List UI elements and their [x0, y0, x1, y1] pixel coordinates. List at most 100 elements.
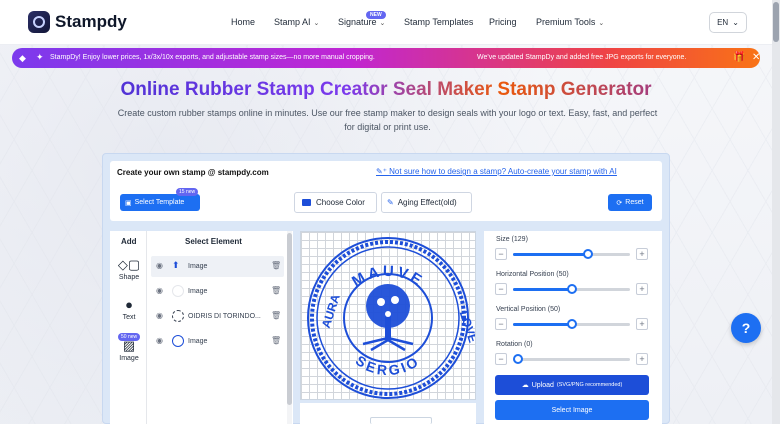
hpos-decrease-button[interactable]: − — [495, 283, 507, 295]
banner-left-text: StampDy! Enjoy lower prices, 1x/3x/10x e… — [50, 54, 375, 61]
eye-icon[interactable]: ◉ — [156, 286, 163, 295]
sparkle-icon: ✦ — [36, 52, 44, 62]
close-icon[interactable]: ✕ — [752, 52, 760, 63]
ai-create-link[interactable]: ✎⁺ Not sure how to design a stamp? Auto-… — [376, 167, 617, 176]
shapes-icon: ◇▢ — [117, 257, 141, 272]
element-row[interactable]: ◉ ⬆ Image 🗑 — [151, 256, 284, 277]
editor-heading: Create your own stamp @ stampdy.com — [117, 168, 269, 177]
vpos-decrease-button[interactable]: − — [495, 318, 507, 330]
svg-text:SERGIO: SERGIO — [353, 352, 423, 378]
select-element-heading: Select Element — [185, 237, 242, 246]
tree-of-life-icon — [362, 284, 414, 352]
select-image-button[interactable]: Select Image — [495, 400, 649, 420]
announcement-banner: ◆ ✦ StampDy! Enjoy lower prices, 1x/3x/1… — [12, 48, 760, 68]
upload-hint: (SVG/PNG recommended) — [556, 382, 623, 388]
add-image-tool[interactable]: ▨ Image — [112, 338, 146, 363]
hpos-fill — [513, 288, 572, 291]
size-increase-button[interactable]: + — [636, 248, 648, 260]
text-icon: ● — [125, 297, 133, 312]
shape-label: Shape — [118, 274, 140, 281]
canvas-footer — [300, 403, 476, 424]
nav-pricing[interactable]: Pricing — [489, 17, 517, 27]
element-label: Image — [188, 263, 208, 270]
eye-icon[interactable]: ◉ — [156, 261, 163, 270]
language-label: EN — [717, 18, 729, 27]
rotation-slider[interactable] — [512, 354, 630, 364]
zoom-control[interactable] — [370, 417, 432, 424]
element-row[interactable]: ◉ Image 🗑 — [151, 281, 284, 302]
page-title: Online Rubber Stamp Creator Seal Maker S… — [0, 79, 772, 101]
banner-right-text: We've updated StampDy and added free JPG… — [477, 54, 687, 61]
upload-button[interactable]: ☁ Upload (SVG/PNG recommended) — [495, 375, 649, 395]
eye-icon[interactable]: ◉ — [156, 311, 163, 320]
hpos-handle[interactable] — [566, 284, 577, 294]
element-label: Image — [188, 288, 208, 295]
brand-name[interactable]: Stampdy — [55, 12, 127, 32]
rotation-handle[interactable] — [512, 354, 523, 364]
select-template-label: Select Template — [134, 199, 185, 206]
stamp-bottom-text: SERGIO — [353, 352, 420, 378]
add-heading: Add — [121, 237, 137, 246]
size-label: Size (129) — [496, 236, 528, 243]
hpos-label: Horizontal Position (50) — [496, 271, 569, 278]
gift-icon[interactable]: 🎁 — [733, 52, 745, 63]
trash-icon[interactable]: 🗑 — [271, 261, 281, 270]
size-slider[interactable] — [513, 249, 630, 259]
element-scrollbar[interactable] — [287, 231, 292, 424]
ai-link-text: Not sure how to design a stamp? Auto-cre… — [389, 167, 617, 176]
add-text-tool[interactable]: ● Text — [112, 297, 146, 322]
tree-thumbnail: ⬆ — [172, 260, 180, 270]
add-shape-tool[interactable]: ◇▢ Shape — [112, 257, 146, 282]
choose-color-label: Choose Color — [316, 198, 365, 207]
page-subtitle: Create custom rubber stamps online in mi… — [117, 108, 658, 132]
hpos-slider[interactable] — [513, 284, 630, 294]
aging-effect-label: Aging Effect(old) — [397, 198, 457, 207]
language-select[interactable]: EN ⌄ — [709, 12, 747, 33]
upload-label: Upload — [531, 381, 554, 389]
choose-color-button[interactable]: Choose Color — [294, 192, 377, 213]
vpos-increase-button[interactable]: + — [636, 318, 648, 330]
refresh-icon: ⟳ — [616, 199, 623, 207]
size-handle[interactable] — [582, 249, 593, 259]
eye-icon[interactable]: ◉ — [156, 336, 163, 345]
element-row[interactable]: ◉ OIDRIS DI TORINDO... 🗑 — [151, 306, 284, 327]
page-scrollbar[interactable] — [772, 0, 780, 424]
logo-icon[interactable] — [28, 11, 50, 33]
element-row[interactable]: ◉ Image 🗑 — [151, 331, 284, 352]
help-icon[interactable]: ? — [731, 313, 761, 343]
hpos-increase-button[interactable]: + — [636, 283, 648, 295]
element-label: Image — [188, 338, 208, 345]
nav-home[interactable]: Home — [231, 17, 255, 27]
nav-signature-label: Signature — [338, 17, 377, 27]
vpos-label: Vertical Position (50) — [496, 306, 561, 313]
trash-icon[interactable]: 🗑 — [271, 286, 281, 295]
circle-thumbnail — [172, 335, 184, 347]
text-label: Text — [122, 314, 136, 321]
text-ring-thumbnail — [172, 310, 184, 322]
select-template-button[interactable]: ▣ Select Template — [120, 194, 200, 211]
reset-button[interactable]: ⟳ Reset — [608, 194, 652, 211]
stamp-canvas[interactable]: MAUVE SERGIO AURA LOVE — [300, 231, 480, 400]
chevron-down-icon: ⌄ — [379, 20, 386, 27]
chevron-down-icon: ⌄ — [598, 20, 605, 27]
vpos-fill — [513, 323, 572, 326]
nav-stamp-templates[interactable]: Stamp Templates — [404, 17, 473, 27]
trash-icon[interactable]: 🗑 — [271, 336, 281, 345]
rotation-increase-button[interactable]: + — [636, 353, 648, 365]
vpos-slider[interactable] — [513, 319, 630, 329]
reset-label: Reset — [625, 199, 644, 206]
vpos-handle[interactable] — [566, 319, 577, 329]
nav-stamp-ai[interactable]: Stamp AI ⌄ — [274, 17, 319, 27]
template-new-badge: 15 new — [176, 188, 199, 196]
nav-signature[interactable]: Signature ⌄ — [338, 17, 385, 27]
aging-effect-button[interactable]: ✎ Aging Effect(old) — [381, 192, 472, 213]
upload-cloud-icon: ☁ — [521, 382, 529, 389]
rotation-label: Rotation (0) — [496, 341, 533, 348]
megaphone-icon: ◆ — [19, 53, 26, 63]
size-decrease-button[interactable]: − — [495, 248, 507, 260]
trash-icon[interactable]: 🗑 — [271, 311, 281, 320]
nav-premium-tools[interactable]: Premium Tools ⌄ — [536, 17, 604, 27]
rotation-decrease-button[interactable]: − — [495, 353, 507, 365]
nav-premium-label: Premium Tools — [536, 17, 596, 27]
image-icon: ▨ — [122, 338, 136, 353]
